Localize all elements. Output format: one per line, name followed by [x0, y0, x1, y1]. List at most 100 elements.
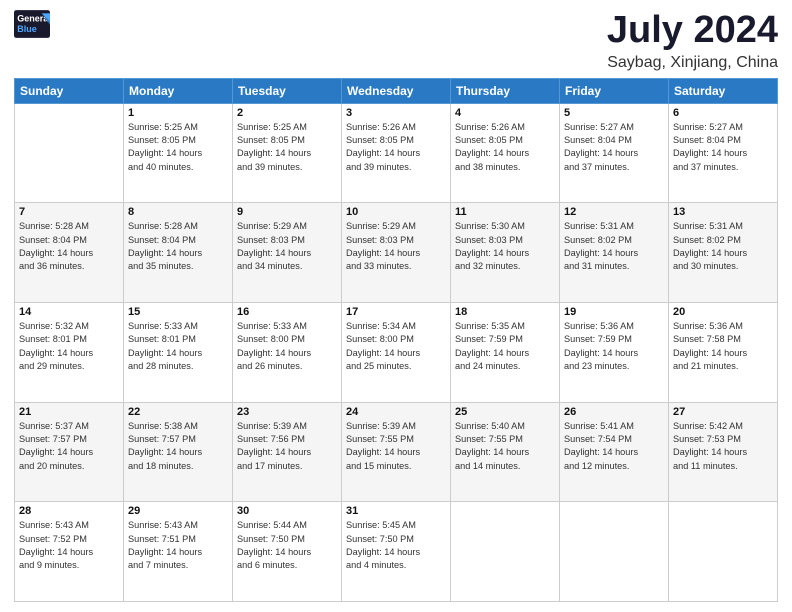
calendar-header-row: SundayMondayTuesdayWednesdayThursdayFrid…: [15, 78, 778, 103]
svg-text:Blue: Blue: [17, 24, 37, 34]
logo: General Blue: [14, 10, 50, 38]
day-info: Sunrise: 5:35 AMSunset: 7:59 PMDaylight:…: [455, 320, 555, 373]
subtitle: Saybag, Xinjiang, China: [607, 54, 778, 72]
logo-icon: General Blue: [14, 10, 50, 38]
calendar-cell: 3Sunrise: 5:26 AMSunset: 8:05 PMDaylight…: [342, 103, 451, 203]
title-block: July 2024 Saybag, Xinjiang, China: [607, 10, 778, 72]
page: General Blue July 2024 Saybag, Xinjiang,…: [0, 0, 792, 612]
day-info: Sunrise: 5:29 AMSunset: 8:03 PMDaylight:…: [237, 220, 337, 273]
day-number: 8: [128, 206, 228, 218]
week-row-3: 14Sunrise: 5:32 AMSunset: 8:01 PMDayligh…: [15, 303, 778, 403]
day-info: Sunrise: 5:45 AMSunset: 7:50 PMDaylight:…: [346, 519, 446, 572]
calendar-cell: [15, 103, 124, 203]
day-number: 25: [455, 406, 555, 418]
calendar-cell: 12 Sunrise: 5:31 AMSunset: 8:02 PMDayligh…: [560, 203, 669, 303]
day-info: Sunrise: 5:25 AMSunset: 8:05 PMDaylight:…: [237, 121, 337, 174]
calendar-cell: 26Sunrise: 5:41 AMSunset: 7:54 PMDayligh…: [560, 402, 669, 502]
week-row-4: 21 Sunrise: 5:37 AMSunset: 7:57 PMDayligh…: [15, 402, 778, 502]
calendar-cell: 25 Sunrise: 5:40 AMSunset: 7:55 PMDayligh…: [451, 402, 560, 502]
day-info: Sunrise: 5:36 AMSunset: 7:58 PMDaylight:…: [673, 320, 773, 373]
day-number: 26: [564, 406, 664, 418]
day-number: 1: [128, 107, 228, 119]
day-info: Sunrise: 5:30 AMSunset: 8:03 PMDaylight:…: [455, 220, 555, 273]
day-number: 11: [455, 206, 555, 218]
calendar-cell: 1Sunrise: 5:25 AMSunset: 8:05 PMDaylight…: [124, 103, 233, 203]
day-info: Sunrise: 5:44 AMSunset: 7:50 PMDaylight:…: [237, 519, 337, 572]
day-number: 21: [19, 406, 119, 418]
main-title: July 2024: [607, 10, 778, 52]
calendar-cell: 6 Sunrise: 5:27 AMSunset: 8:04 PMDaylight…: [669, 103, 778, 203]
day-info: Sunrise: 5:31 AMSunset: 8:02 PMDaylight:…: [564, 220, 664, 273]
day-info: Sunrise: 5:33 AMSunset: 8:00 PMDaylight:…: [237, 320, 337, 373]
day-info: Sunrise: 5:40 AMSunset: 7:55 PMDaylight:…: [455, 420, 555, 473]
calendar-cell: 23Sunrise: 5:39 AMSunset: 7:56 PMDayligh…: [233, 402, 342, 502]
day-number: 23: [237, 406, 337, 418]
calendar-cell: 2 Sunrise: 5:25 AMSunset: 8:05 PMDaylight…: [233, 103, 342, 203]
day-header-thursday: Thursday: [451, 78, 560, 103]
calendar-cell: 27 Sunrise: 5:42 AMSunset: 7:53 PMDayligh…: [669, 402, 778, 502]
day-header-sunday: Sunday: [15, 78, 124, 103]
day-number: 30: [237, 505, 337, 517]
calendar-cell: 13 Sunrise: 5:31 AMSunset: 8:02 PMDayligh…: [669, 203, 778, 303]
week-row-5: 28Sunrise: 5:43 AMSunset: 7:52 PMDayligh…: [15, 502, 778, 602]
day-number: 18: [455, 306, 555, 318]
day-header-saturday: Saturday: [669, 78, 778, 103]
day-number: 6: [673, 107, 773, 119]
day-info: Sunrise: 5:28 AMSunset: 8:04 PMDaylight:…: [19, 220, 119, 273]
calendar-cell: 9 Sunrise: 5:29 AMSunset: 8:03 PMDaylight…: [233, 203, 342, 303]
day-number: 10: [346, 206, 446, 218]
calendar-cell: 15 Sunrise: 5:33 AMSunset: 8:01 PMDayligh…: [124, 303, 233, 403]
week-row-2: 7 Sunrise: 5:28 AMSunset: 8:04 PMDaylight…: [15, 203, 778, 303]
day-info: Sunrise: 5:39 AMSunset: 7:55 PMDaylight:…: [346, 420, 446, 473]
day-number: 22: [128, 406, 228, 418]
day-info: Sunrise: 5:27 AMSunset: 8:04 PMDaylight:…: [673, 121, 773, 174]
calendar-cell: [451, 502, 560, 602]
day-info: Sunrise: 5:28 AMSunset: 8:04 PMDaylight:…: [128, 220, 228, 273]
day-header-wednesday: Wednesday: [342, 78, 451, 103]
calendar-cell: 14Sunrise: 5:32 AMSunset: 8:01 PMDayligh…: [15, 303, 124, 403]
day-info: Sunrise: 5:34 AMSunset: 8:00 PMDaylight:…: [346, 320, 446, 373]
day-header-friday: Friday: [560, 78, 669, 103]
day-number: 7: [19, 206, 119, 218]
calendar-cell: [669, 502, 778, 602]
day-info: Sunrise: 5:36 AMSunset: 7:59 PMDaylight:…: [564, 320, 664, 373]
day-number: 19: [564, 306, 664, 318]
day-number: 28: [19, 505, 119, 517]
header: General Blue July 2024 Saybag, Xinjiang,…: [14, 10, 778, 72]
day-number: 15: [128, 306, 228, 318]
day-info: Sunrise: 5:27 AMSunset: 8:04 PMDaylight:…: [564, 121, 664, 174]
day-number: 4: [455, 107, 555, 119]
day-number: 9: [237, 206, 337, 218]
calendar-cell: 24Sunrise: 5:39 AMSunset: 7:55 PMDayligh…: [342, 402, 451, 502]
day-info: Sunrise: 5:42 AMSunset: 7:53 PMDaylight:…: [673, 420, 773, 473]
day-number: 14: [19, 306, 119, 318]
day-number: 29: [128, 505, 228, 517]
calendar-cell: 8 Sunrise: 5:28 AMSunset: 8:04 PMDaylight…: [124, 203, 233, 303]
day-number: 2: [237, 107, 337, 119]
day-info: Sunrise: 5:43 AMSunset: 7:51 PMDaylight:…: [128, 519, 228, 572]
calendar-cell: [560, 502, 669, 602]
day-info: Sunrise: 5:37 AMSunset: 7:57 PMDaylight:…: [19, 420, 119, 473]
day-info: Sunrise: 5:26 AMSunset: 8:05 PMDaylight:…: [346, 121, 446, 174]
calendar-cell: 21 Sunrise: 5:37 AMSunset: 7:57 PMDayligh…: [15, 402, 124, 502]
day-info: Sunrise: 5:29 AMSunset: 8:03 PMDaylight:…: [346, 220, 446, 273]
calendar-cell: 17 Sunrise: 5:34 AMSunset: 8:00 PMDayligh…: [342, 303, 451, 403]
calendar-cell: 22Sunrise: 5:38 AMSunset: 7:57 PMDayligh…: [124, 402, 233, 502]
calendar-cell: 4 Sunrise: 5:26 AMSunset: 8:05 PMDaylight…: [451, 103, 560, 203]
day-number: 31: [346, 505, 446, 517]
calendar-cell: 31 Sunrise: 5:45 AMSunset: 7:50 PMDayligh…: [342, 502, 451, 602]
calendar-cell: 10 Sunrise: 5:29 AMSunset: 8:03 PMDayligh…: [342, 203, 451, 303]
day-info: Sunrise: 5:33 AMSunset: 8:01 PMDaylight:…: [128, 320, 228, 373]
day-number: 12: [564, 206, 664, 218]
day-header-tuesday: Tuesday: [233, 78, 342, 103]
day-info: Sunrise: 5:31 AMSunset: 8:02 PMDaylight:…: [673, 220, 773, 273]
day-number: 17: [346, 306, 446, 318]
calendar-cell: 19 Sunrise: 5:36 AMSunset: 7:59 PMDayligh…: [560, 303, 669, 403]
calendar-cell: 5Sunrise: 5:27 AMSunset: 8:04 PMDaylight…: [560, 103, 669, 203]
day-info: Sunrise: 5:26 AMSunset: 8:05 PMDaylight:…: [455, 121, 555, 174]
day-number: 20: [673, 306, 773, 318]
day-number: 13: [673, 206, 773, 218]
day-number: 27: [673, 406, 773, 418]
week-row-1: 1 Sunrise: 5:25 AMSunset: 8:05 PMDaylight…: [15, 103, 778, 203]
calendar-cell: 18 Sunrise: 5:35 AMSunset: 7:59 PMDayligh…: [451, 303, 560, 403]
